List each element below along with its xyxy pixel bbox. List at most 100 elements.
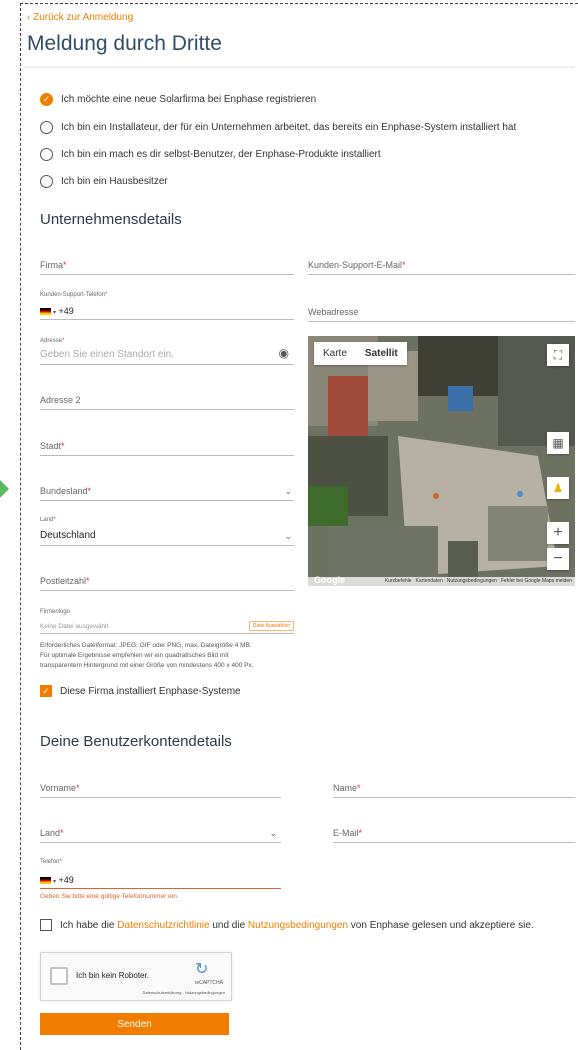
country-select[interactable]: Deutschland ⌄ xyxy=(40,525,294,546)
account-section-title: Deine Benutzerkontendetails xyxy=(40,733,232,750)
role-option-label: Ich möchte eine neue Solarfirma bei Enph… xyxy=(61,94,317,105)
address2-field[interactable]: Adresse 2 xyxy=(40,391,294,410)
account-country-label: Land xyxy=(40,828,61,838)
zoom-out-icon[interactable]: − xyxy=(547,548,569,570)
zoom-in-icon[interactable]: + xyxy=(547,522,569,544)
location-map[interactable]: Karte Satellit ⛶ ▦ ♟ + − Kurzbefehle Kar… xyxy=(308,336,575,586)
logo-file-value: Keine Datei ausgewählt xyxy=(40,623,109,630)
recaptcha-checkbox[interactable] xyxy=(50,967,68,985)
phone-prefix: +49 xyxy=(58,875,74,885)
map-footer-item[interactable]: Nutzungsbedingungen xyxy=(447,577,497,586)
support-email-label: Kunden-Support-E-Mail xyxy=(308,260,403,270)
indicator-arrow-icon xyxy=(0,480,9,498)
recaptcha-logo-icon: ↻ xyxy=(195,961,209,978)
role-option-label: Ich bin ein Installateur, der für ein Un… xyxy=(61,122,517,133)
first-name-field[interactable]: Vorname* xyxy=(40,779,281,798)
google-logo: Google xyxy=(314,575,345,585)
selection-frame-top xyxy=(20,3,578,4)
terms-middle: und die xyxy=(212,919,246,931)
recaptcha-widget: Ich bin kein Roboter. ↻ reCAPTCHA Datens… xyxy=(40,952,232,1001)
support-phone-prefix: +49 xyxy=(58,306,74,316)
state-label: Bundesland xyxy=(40,486,88,496)
radio-selected-icon[interactable]: ✓ xyxy=(40,93,53,106)
chevron-down-icon: ⌄ xyxy=(284,531,292,541)
tab-satellite[interactable]: Satellit xyxy=(355,342,407,365)
map-type-tabs: Karte Satellit xyxy=(314,342,407,365)
email-field[interactable]: E-Mail* xyxy=(333,824,575,843)
radio-icon[interactable] xyxy=(40,175,53,188)
email-label: E-Mail xyxy=(333,828,359,838)
zip-field[interactable]: Postleitzahl* xyxy=(40,572,294,591)
radio-icon[interactable] xyxy=(40,148,53,161)
map-footer-item[interactable]: Fehler bei Google Maps melden xyxy=(501,577,572,586)
country-label: Land* xyxy=(40,517,56,523)
recaptcha-label: Ich bin kein Roboter. xyxy=(76,971,149,980)
recaptcha-brand: reCAPTCHA xyxy=(194,980,223,986)
website-label: Webadresse xyxy=(308,307,359,317)
back-link-label: Zurück zur Anmeldung xyxy=(33,12,134,23)
company-name-field[interactable]: Firma* xyxy=(40,254,294,275)
choose-file-button[interactable]: Datei Auswählen xyxy=(248,621,294,631)
germany-flag-icon[interactable] xyxy=(40,877,51,885)
locate-icon[interactable]: ◉ xyxy=(279,346,289,360)
header-divider xyxy=(24,66,575,70)
phone-label: Telefon* xyxy=(40,859,62,865)
role-option-label: Ich bin ein Hausbesitzer xyxy=(61,176,168,187)
germany-flag-icon[interactable] xyxy=(40,308,51,316)
address-label: Adresse* xyxy=(40,338,65,344)
support-phone-field[interactable]: ▾ +49 xyxy=(40,303,294,320)
logo-label: Firmenlogo xyxy=(40,609,71,615)
support-phone-label: Kunden-Support-Telefon* xyxy=(40,292,108,298)
state-select[interactable]: Bundesland* ⌄ xyxy=(40,482,294,501)
role-option-label: Ich bin ein mach es dir selbst-Benutzer,… xyxy=(61,149,381,160)
map-attribution: Kurzbefehle Kartendaten Nutzungsbedingun… xyxy=(308,577,575,586)
city-label: Stadt xyxy=(40,441,62,451)
satellite-imagery xyxy=(308,336,575,586)
chevron-down-icon: ⌄ xyxy=(269,828,277,838)
recaptcha-links[interactable]: Datenschutzerklärung - Nutzungsbedingung… xyxy=(143,990,226,995)
chevron-down-icon: ⌄ xyxy=(284,486,292,496)
role-option-homeowner[interactable]: Ich bin ein Hausbesitzer xyxy=(40,175,168,188)
last-name-label: Name xyxy=(333,783,358,793)
radio-icon[interactable] xyxy=(40,121,53,134)
map-footer-item[interactable]: Kartendaten xyxy=(416,577,443,586)
checkbox-icon[interactable] xyxy=(40,919,52,931)
first-name-label: Vorname xyxy=(40,783,77,793)
address2-label: Adresse 2 xyxy=(40,395,81,405)
terms-of-use-link[interactable]: Nutzungsbedingungen xyxy=(248,920,348,931)
selection-frame-left xyxy=(20,3,21,1050)
page-title: Meldung durch Dritte xyxy=(27,32,222,55)
grid-icon[interactable]: ▦ xyxy=(547,432,569,454)
address-placeholder: Geben Sie einen Standort ein. xyxy=(40,349,174,360)
company-section-title: Unternehmensdetails xyxy=(40,211,182,228)
pegman-icon[interactable]: ♟ xyxy=(547,477,569,499)
website-field[interactable]: Webadresse xyxy=(308,301,575,322)
country-value: Deutschland xyxy=(40,530,96,541)
fullscreen-icon[interactable]: ⛶ xyxy=(547,344,569,366)
tab-map[interactable]: Karte xyxy=(314,342,356,365)
phone-error: Geben Sie bitte eine gültige Telefonnumm… xyxy=(40,893,179,900)
privacy-policy-link[interactable]: Datenschutzrichtlinie xyxy=(117,920,209,931)
logo-hint: Erforderliches Dateiformat: JPEG, GIF od… xyxy=(40,642,254,669)
role-option-diy[interactable]: Ich bin ein mach es dir selbst-Benutzer,… xyxy=(40,148,381,161)
terms-suffix: von Enphase gelesen und akzeptiere sie. xyxy=(350,919,534,931)
terms-prefix: Ich habe die xyxy=(60,919,115,931)
phone-field[interactable]: ▾ +49 xyxy=(40,870,281,889)
role-option-installer[interactable]: Ich bin ein Installateur, der für ein Un… xyxy=(40,121,516,134)
city-field[interactable]: Stadt* xyxy=(40,437,294,456)
terms-checkbox-row[interactable]: Ich habe die Datenschutzrichtlinie und d… xyxy=(40,919,534,931)
account-country-select[interactable]: Land* ⌄ xyxy=(40,824,281,843)
installs-enphase-checkbox[interactable]: ✓ Diese Firma installiert Enphase-System… xyxy=(40,685,241,697)
role-option-new-company[interactable]: ✓ Ich möchte eine neue Solarfirma bei En… xyxy=(40,93,316,106)
checkbox-checked-icon[interactable]: ✓ xyxy=(40,685,52,697)
logo-file-field[interactable]: Keine Datei ausgewählt Datei Auswählen xyxy=(40,618,294,634)
last-name-field[interactable]: Name* xyxy=(333,779,575,798)
installs-enphase-label: Diese Firma installiert Enphase-Systeme xyxy=(60,685,241,697)
zip-label: Postleitzahl xyxy=(40,576,87,586)
submit-button[interactable]: Senden xyxy=(40,1013,229,1035)
back-link[interactable]: ‹ Zurück zur Anmeldung xyxy=(27,12,133,23)
company-name-label: Firma xyxy=(40,260,63,270)
address-field[interactable]: Geben Sie einen Standort ein. ◉ xyxy=(40,346,294,365)
support-email-field[interactable]: Kunden-Support-E-Mail* xyxy=(308,254,575,275)
map-footer-item[interactable]: Kurzbefehle xyxy=(385,577,412,586)
